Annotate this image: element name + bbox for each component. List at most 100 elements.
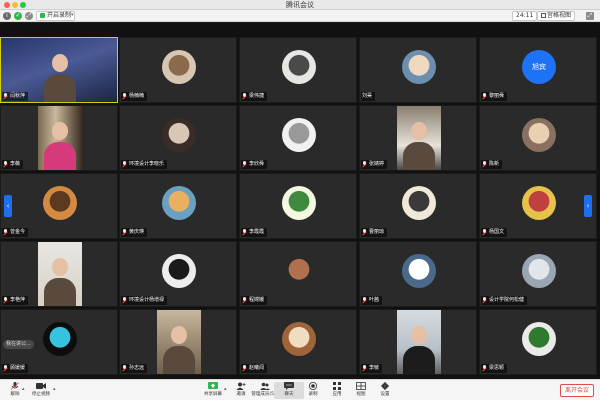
participant-name: 杨国文 xyxy=(489,229,505,235)
participant-tile[interactable]: 陈新 xyxy=(479,105,597,171)
participant-name-tag: 梁思颖 xyxy=(481,364,508,373)
participant-tile[interactable]: 环境设计李晓乐 xyxy=(119,105,237,171)
participant-tile[interactable]: 黄庆瑛 xyxy=(119,173,237,239)
participant-name: 梁伟捷 xyxy=(249,93,265,99)
person-body xyxy=(44,278,76,306)
participant-tile[interactable]: 叶茜 xyxy=(359,241,477,307)
previous-page-arrow-icon[interactable]: ‹ xyxy=(4,195,12,217)
participant-tile[interactable]: 程嫦娥 xyxy=(239,241,357,307)
participant-name-tag: 程嫦娥 xyxy=(241,296,268,305)
participant-name-tag: 张婧婷 xyxy=(361,160,388,169)
grid-icon xyxy=(541,13,546,18)
video-button[interactable]: 停止视频 xyxy=(26,382,56,399)
participant-name-tag: 陈新 xyxy=(481,160,503,169)
mute-options-chevron-icon[interactable]: ▴ xyxy=(22,386,25,392)
view-label: 宫格视图 xyxy=(547,12,572,19)
participant-name: 黄庆瑛 xyxy=(129,229,145,235)
fullscreen-icon[interactable]: ⤢ xyxy=(25,12,33,20)
participant-tile[interactable]: 张婧婷 xyxy=(359,105,477,171)
gear-icon xyxy=(381,382,389,390)
expand-icon[interactable]: ⤢ xyxy=(586,12,594,20)
participant-avatar xyxy=(402,186,436,220)
microphone-muted-icon xyxy=(122,296,127,303)
info-icon[interactable]: i xyxy=(3,12,11,20)
microphone-muted-icon xyxy=(122,228,127,235)
participant-name: 李敏 xyxy=(369,365,380,371)
participant-avatar xyxy=(522,254,556,288)
participant-name-tag: 梁伟捷 xyxy=(241,92,268,101)
microphone-muted-icon xyxy=(242,364,247,371)
microphone-muted-icon xyxy=(3,296,8,303)
recording-button[interactable]: 开启录制 xyxy=(36,11,76,21)
participant-tile[interactable]: 顾媛媛 我在讲公... xyxy=(0,309,118,375)
participant-name: 李艳萍 xyxy=(10,297,26,303)
participant-name: 黎丽舜 xyxy=(489,93,505,99)
microphone-muted-icon xyxy=(362,364,367,371)
meeting-timer: 24:11 xyxy=(512,11,538,21)
participant-name: 程嫦娥 xyxy=(249,297,265,303)
participant-name-tag: 杨楠楠 xyxy=(121,92,148,101)
participant-tile[interactable]: 刘昊 xyxy=(359,37,477,103)
microphone-muted-icon xyxy=(362,160,367,167)
participant-avatar xyxy=(402,254,436,288)
view-switch-button[interactable]: 宫格视图 xyxy=(537,11,576,21)
participant-name-tag: 李霞霞 xyxy=(241,228,268,237)
apps-icon xyxy=(333,382,341,390)
participant-avatar xyxy=(522,186,556,220)
participant-name: 环境设计李晓乐 xyxy=(129,161,165,167)
participant-avatar xyxy=(162,186,196,220)
video-options-chevron-icon[interactable]: ▴ xyxy=(53,386,56,392)
participant-name-tag: 顾媛媛 xyxy=(2,364,29,373)
microphone-muted-icon xyxy=(242,296,247,303)
participant-name: 闫秋萍 xyxy=(10,93,26,99)
settings-button[interactable]: 设置 xyxy=(370,382,400,399)
participant-name-tag: 闫秋萍 xyxy=(2,92,29,101)
shield-icon[interactable]: ✓ xyxy=(14,12,22,20)
leave-meeting-button[interactable]: 离开会议 xyxy=(559,384,594,397)
view-icon xyxy=(356,382,366,390)
participant-name-tag: 曹丽琼 xyxy=(361,228,388,237)
participant-name: 环境设计杨增禄 xyxy=(129,297,165,303)
microphone-muted-icon xyxy=(3,92,8,99)
participant-tile[interactable]: 孙志远 xyxy=(119,309,237,375)
participant-video xyxy=(38,106,82,170)
participant-tile[interactable]: 赵曦闻 xyxy=(239,309,357,375)
participant-tile[interactable]: 曹丽琼 xyxy=(359,173,477,239)
participant-avatar xyxy=(162,50,196,84)
participant-avatar xyxy=(282,322,316,356)
participant-tile[interactable]: 设计学院何松健 xyxy=(479,241,597,307)
person-silhouette xyxy=(411,326,427,344)
microphone-muted-icon xyxy=(482,364,487,371)
participant-name: 曾金今 xyxy=(10,229,26,235)
participant-tile[interactable]: 曾金今 xyxy=(0,173,118,239)
participant-avatar: 旭宾 xyxy=(522,50,556,84)
person-silhouette xyxy=(171,326,187,344)
microphone-muted-icon xyxy=(482,160,487,167)
microphone-muted-icon xyxy=(122,92,127,99)
participant-avatar xyxy=(282,50,316,84)
participant-tile[interactable]: 梁思颖 xyxy=(479,309,597,375)
participant-tile[interactable]: 梁伟捷 xyxy=(239,37,357,103)
microphone-muted-icon xyxy=(362,296,367,303)
participant-avatar xyxy=(162,254,196,288)
camera-icon xyxy=(36,383,46,389)
participant-name: 孙志远 xyxy=(129,365,145,371)
participant-video xyxy=(397,106,441,170)
participant-tile[interactable]: 杨楠楠 xyxy=(119,37,237,103)
participant-tile[interactable]: 李薇 xyxy=(0,105,118,171)
participant-tile[interactable]: 李艳萍 xyxy=(0,241,118,307)
participant-avatar xyxy=(282,254,316,288)
participant-tile[interactable]: 李霞霞 xyxy=(239,173,357,239)
next-page-arrow-icon[interactable]: › xyxy=(584,195,592,217)
microphone-icon xyxy=(10,382,20,390)
participant-tile[interactable]: 旭宾黎丽舜 xyxy=(479,37,597,103)
participant-avatar xyxy=(402,50,436,84)
participant-tile[interactable]: 李敏 xyxy=(359,309,477,375)
chevron-down-icon[interactable]: ▾ xyxy=(71,12,74,18)
speaking-hint: 我在讲公... xyxy=(3,340,34,349)
participant-tile[interactable]: 李欣舜 xyxy=(239,105,357,171)
participant-tile[interactable]: 环境设计杨增禄 xyxy=(119,241,237,307)
participant-tile[interactable]: 闫秋萍 xyxy=(0,37,118,103)
participant-name-tag: 杨国文 xyxy=(481,228,508,237)
participant-tile[interactable]: 杨国文 xyxy=(479,173,597,239)
